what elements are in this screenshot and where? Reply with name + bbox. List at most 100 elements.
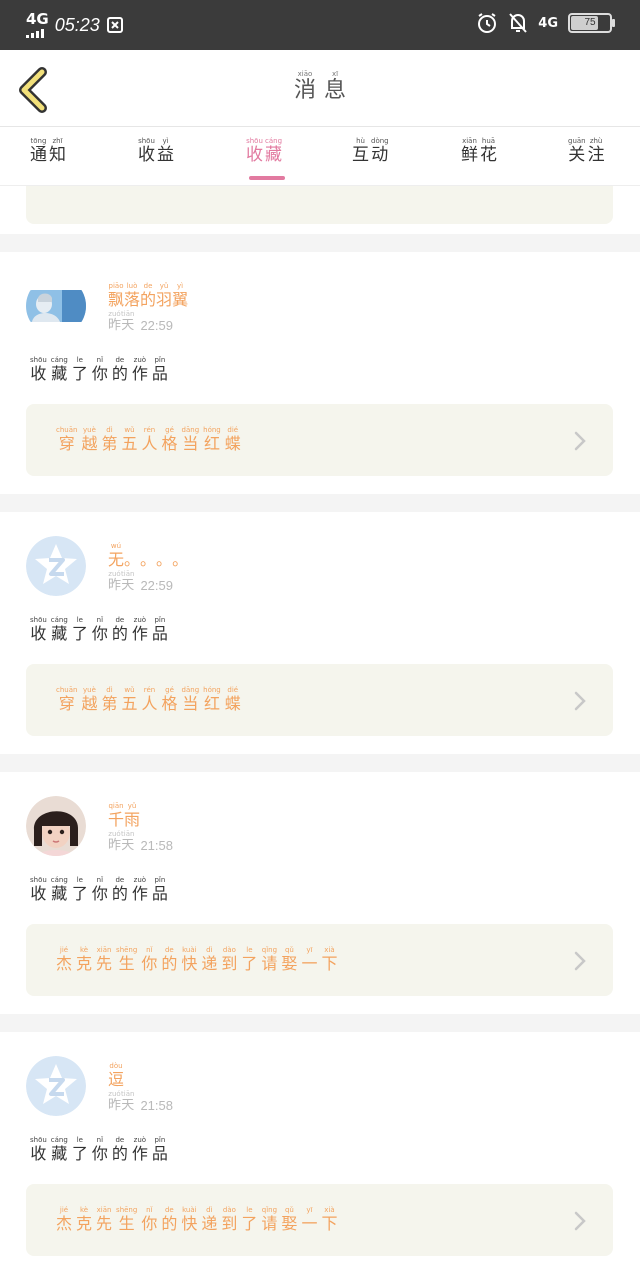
work-title-char: 了le (241, 946, 258, 973)
title-pinyin: xiāo (293, 70, 316, 78)
work-title-hanzi: 快 (181, 954, 198, 973)
yesterday-hanzi: 天 (121, 838, 135, 853)
chevron-right-icon (574, 431, 586, 451)
tab-label-pinyin: yì (157, 137, 174, 145)
action-char: 了le (72, 1136, 88, 1163)
avatar[interactable] (26, 536, 86, 596)
work-title-char: 娶qǔ (281, 946, 297, 973)
work-title-pinyin: dāng (181, 426, 200, 434)
yesterday-pinyin: zuó (108, 310, 121, 318)
action-char: 你nǐ (92, 616, 108, 643)
avatar[interactable] (26, 796, 86, 856)
yesterday-char: 昨zuó (108, 310, 121, 333)
tab-label-pinyin: shōu (138, 137, 155, 145)
work-title-char: 你nǐ (141, 946, 158, 973)
photo-avatar-image (26, 276, 86, 336)
work-title-char: 请qǐng (261, 1206, 278, 1233)
work-title-pinyin: chuān (56, 686, 78, 694)
tab-5[interactable]: 关guān注zhù (568, 137, 607, 185)
user-name-pinyin: piāo (108, 282, 124, 290)
user-name[interactable]: 无wú。。。。 (108, 542, 188, 570)
user-name-char: 。 (156, 550, 172, 569)
action-hanzi: 品 (151, 884, 168, 903)
work-title-char: 蝶dié (225, 686, 241, 713)
work-title-char: 当 (176, 186, 192, 187)
message-card: 飘piāo落luò的de羽yǔ翼yì 昨zuó天tiān 22:59 收shōu藏cá… (0, 252, 640, 494)
action-pinyin: zuò (131, 1136, 148, 1144)
work-title-pinyin: qǔ (281, 1206, 298, 1214)
work-link[interactable]: 穿chuān越yuè第dì五wǔ人rén格gé当dāng红hóng蝶dié (26, 664, 613, 736)
tab-label-hanzi: 互 (352, 145, 369, 165)
work-title-pinyin: xiān (96, 946, 113, 954)
work-title-char: 格gé (162, 686, 178, 713)
action-hanzi: 你 (91, 884, 108, 903)
work-link[interactable]: 穿chuān越yuè第dì五wǔ人rén格gé当dāng红hóng蝶dié (26, 404, 613, 476)
work-title-hanzi: 你 (141, 954, 158, 973)
action-pinyin: cáng (50, 876, 68, 884)
tab-bar: 通tōng知zhī 收shōu益yì 收shōu藏cáng 互hù动dòng 鲜xiān… (0, 126, 640, 186)
avatar[interactable] (26, 276, 86, 336)
user-name-char: 。 (140, 550, 156, 569)
work-title-pinyin: gé (161, 686, 178, 694)
work-title-pinyin: de (161, 946, 178, 954)
action-pinyin: de (111, 616, 128, 624)
action-pinyin: le (71, 876, 88, 884)
action-pinyin: nǐ (91, 1136, 108, 1144)
work-title-char: 下xià (321, 1206, 337, 1233)
work-title-char: 穿 (56, 186, 72, 187)
user-name[interactable]: 逗dòu (108, 1062, 124, 1090)
work-title-hanzi: 先 (96, 1214, 113, 1233)
work-title-hanzi: 递 (201, 954, 218, 973)
work-title-hanzi: 红 (203, 694, 221, 713)
action-pinyin: le (71, 1136, 88, 1144)
work-title-char: 杰jié (56, 946, 72, 973)
work-link[interactable]: 穿越第五人格当红蝶 (26, 186, 613, 224)
tab-label-hanzi: 花 (480, 145, 497, 165)
signal-indicator: 4G (26, 12, 49, 38)
work-title-char: 红hóng (203, 426, 221, 453)
work-title-char: 越yuè (81, 426, 97, 453)
message-time: 昨zuó天tiān 21:58 (108, 1090, 173, 1113)
work-link[interactable]: 杰jié克kè先xiān生shēng你nǐ的de快kuài递dì到dào了le请… (26, 924, 613, 996)
work-title-pinyin: kuài (181, 946, 198, 954)
work-title-hanzi: 的 (161, 1214, 178, 1233)
work-title-char: 先xiān (96, 1206, 113, 1233)
work-title-hanzi: 快 (181, 1214, 198, 1233)
network-type: 4G (26, 10, 49, 28)
tab-0[interactable]: 通tōng知zhī (30, 137, 68, 185)
work-title-char: 五wǔ (121, 686, 137, 713)
work-link[interactable]: 杰jié克kè先xiān生shēng你nǐ的de快kuài递dì到dào了le请… (26, 1184, 613, 1256)
tab-label-pinyin: guān (568, 137, 586, 145)
user-name[interactable]: 千qiān雨yǔ (108, 802, 140, 830)
action-pinyin: zuò (131, 356, 148, 364)
work-title-hanzi: 了 (241, 954, 258, 973)
work-title-hanzi: 五 (121, 434, 138, 453)
tab-label-char: 益yì (157, 137, 174, 165)
alarm-icon (478, 13, 497, 33)
work-title-hanzi: 杰 (56, 1214, 73, 1233)
user-name-hanzi: 翼 (172, 290, 189, 309)
user-name-hanzi: 落 (124, 290, 141, 309)
action-hanzi: 藏 (50, 1144, 68, 1163)
tab-4[interactable]: 鲜xiān花huā (461, 137, 499, 185)
tab-3[interactable]: 互hù动dòng (352, 137, 391, 185)
work-title-char: 娶qǔ (281, 1206, 297, 1233)
user-name-pinyin: yì (172, 282, 189, 290)
work-title-char: 克kè (76, 946, 92, 973)
user-name-char: 羽yǔ (156, 282, 172, 309)
work-title-hanzi: 红 (196, 186, 212, 187)
work-title-hanzi: 请 (261, 1214, 278, 1233)
work-title-char: 蝶dié (225, 426, 241, 453)
avatar[interactable] (26, 1056, 86, 1116)
work-title-char: 杰jié (56, 1206, 73, 1233)
work-title-hanzi: 红 (203, 434, 221, 453)
action-pinyin: pǐn (151, 1136, 168, 1144)
tab-1[interactable]: 收shōu益yì (138, 137, 176, 185)
action-pinyin: de (111, 876, 128, 884)
work-title-char: 的de (161, 1206, 178, 1233)
yesterday-label: 昨zuó天tiān (108, 830, 134, 853)
message-card: 千qiān雨yǔ 昨zuó天tiān 21:58 收shōu藏cáng了le你nǐ的d… (0, 772, 640, 1014)
tab-2[interactable]: 收shōu藏cáng (246, 137, 284, 185)
work-title-char: 到dào (221, 946, 237, 973)
user-name[interactable]: 飘piāo落luò的de羽yǔ翼yì (108, 282, 188, 310)
